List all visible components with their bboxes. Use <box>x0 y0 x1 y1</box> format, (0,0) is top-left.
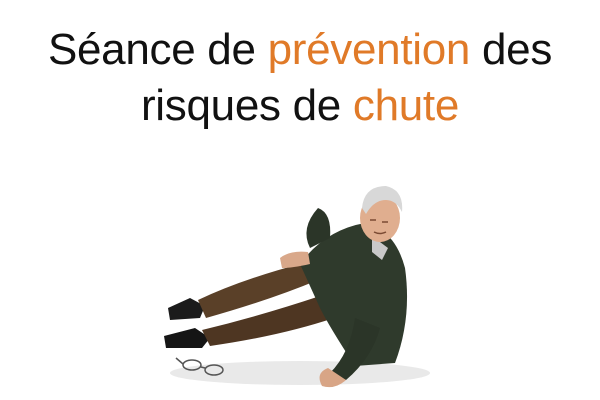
fallen-elderly-man-image <box>150 168 440 400</box>
slide: Séance de prévention des risques de chut… <box>0 0 600 400</box>
title-text-3: risques de <box>140 81 353 130</box>
title-accent-chute: chute <box>352 81 460 130</box>
title-text-2: des <box>470 25 553 74</box>
slide-title: Séance de prévention des risques de chut… <box>0 22 600 134</box>
title-accent-prevention: prévention <box>267 25 471 74</box>
title-text-1: Séance de <box>47 25 268 74</box>
